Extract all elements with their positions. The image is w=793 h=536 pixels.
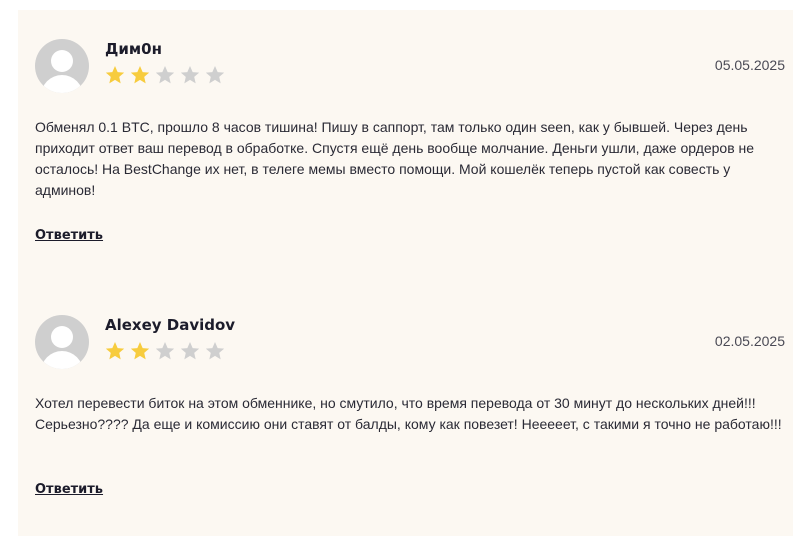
reply-link[interactable]: Ответить <box>35 228 103 243</box>
star-empty-icon <box>154 64 176 86</box>
review-author: Alexey Davidov <box>105 316 236 334</box>
star-filled-icon <box>129 340 151 362</box>
star-filled-icon <box>104 340 126 362</box>
star-empty-icon <box>204 340 226 362</box>
star-filled-icon <box>129 64 151 86</box>
review-text: Хотел перевести биток на этом обменнике,… <box>35 395 782 432</box>
review-date: 05.05.2025 <box>714 57 785 73</box>
review-date: 02.05.2025 <box>714 333 785 349</box>
rating-stars <box>104 64 229 90</box>
user-placeholder-icon <box>35 39 89 93</box>
reply-link[interactable]: Ответить <box>35 482 103 497</box>
star-empty-icon <box>179 340 201 362</box>
star-empty-icon <box>179 64 201 86</box>
review-item: Alexey Davidov 02.05.2025 Хотел перевест… <box>18 286 793 536</box>
review-item: Дим0н 05.05.2025 Обменял 0.1 BTC, прошло… <box>18 10 793 270</box>
star-empty-icon <box>154 340 176 362</box>
star-filled-icon <box>104 64 126 86</box>
rating-stars <box>104 340 229 366</box>
user-placeholder-icon <box>35 315 89 369</box>
review-author: Дим0н <box>105 40 162 58</box>
star-empty-icon <box>204 64 226 86</box>
reviews-list: Дим0н 05.05.2025 Обменял 0.1 BTC, прошло… <box>18 10 793 536</box>
review-text: Обменял 0.1 BTC, прошло 8 часов тишина! … <box>35 119 755 198</box>
